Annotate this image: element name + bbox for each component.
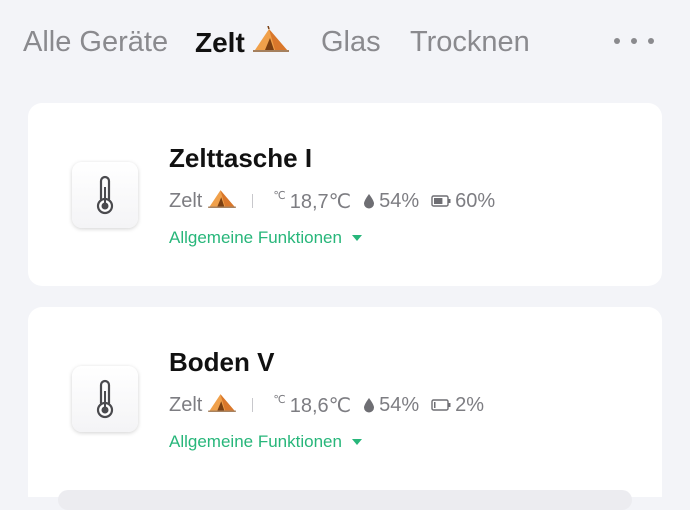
functions-dropdown[interactable]: Allgemeine Funktionen bbox=[169, 228, 362, 248]
functions-label: Allgemeine Funktionen bbox=[169, 228, 342, 247]
room-tab-bar: Alle Geräte Zelt Glas Trocknen bbox=[0, 0, 690, 84]
temperature-value: 18,7℃ bbox=[289, 190, 352, 213]
battery-icon bbox=[431, 195, 451, 207]
battery-value: 2% bbox=[455, 393, 485, 416]
caret-down-icon bbox=[351, 235, 362, 241]
tent-icon bbox=[208, 392, 237, 418]
battery-icon bbox=[431, 399, 451, 411]
device-meta: Zelt ℃ 18,7℃ 54% 60% bbox=[169, 187, 495, 215]
temperature-icon: ℃ bbox=[273, 189, 286, 202]
functions-label: Allgemeine Funktionen bbox=[169, 432, 342, 451]
device-card-partial[interactable] bbox=[58, 490, 632, 510]
thermometer-icon bbox=[72, 366, 138, 432]
divider bbox=[252, 194, 254, 208]
device-room: Zelt bbox=[169, 189, 203, 212]
temperature-reading: ℃ 18,6℃ bbox=[273, 393, 351, 418]
temperature-reading: ℃ 18,7℃ bbox=[273, 189, 351, 214]
device-name: Boden V bbox=[169, 347, 275, 377]
humidity-value: 54% bbox=[379, 189, 420, 212]
device-card[interactable]: Zelttasche I Zelt ℃ 18,7℃ 54% 60% Allgem… bbox=[28, 103, 662, 286]
device-meta: Zelt ℃ 18,6℃ 54% 2% bbox=[169, 391, 484, 419]
device-card[interactable]: Boden V Zelt ℃ 18,6℃ 54% 2% Allgemeine F… bbox=[28, 307, 662, 497]
humidity-reading: 54% bbox=[363, 394, 419, 417]
divider bbox=[252, 398, 254, 412]
tab-trocknen[interactable]: Trocknen bbox=[410, 22, 530, 62]
temperature-value: 18,6℃ bbox=[289, 394, 352, 417]
device-room: Zelt bbox=[169, 393, 203, 416]
tab-alle-geraete[interactable]: Alle Geräte bbox=[23, 22, 168, 62]
tab-glas[interactable]: Glas bbox=[321, 22, 381, 62]
device-name: Zelttasche I bbox=[169, 143, 313, 173]
humidity-value: 54% bbox=[379, 393, 420, 416]
tent-icon bbox=[208, 188, 237, 214]
more-horizontal-icon[interactable] bbox=[614, 34, 654, 48]
tab-zelt-label: Zelt bbox=[195, 27, 245, 58]
tent-icon bbox=[252, 23, 289, 63]
battery-value: 60% bbox=[455, 189, 496, 212]
caret-down-icon bbox=[351, 439, 362, 445]
functions-dropdown[interactable]: Allgemeine Funktionen bbox=[169, 432, 362, 452]
battery-reading: 2% bbox=[431, 394, 484, 417]
humidity-reading: 54% bbox=[363, 190, 419, 213]
water-drop-icon bbox=[364, 194, 375, 209]
tab-zelt[interactable]: Zelt bbox=[195, 23, 289, 63]
temperature-icon: ℃ bbox=[273, 393, 286, 406]
thermometer-icon bbox=[72, 162, 138, 228]
water-drop-icon bbox=[364, 398, 375, 413]
battery-reading: 60% bbox=[431, 190, 495, 213]
